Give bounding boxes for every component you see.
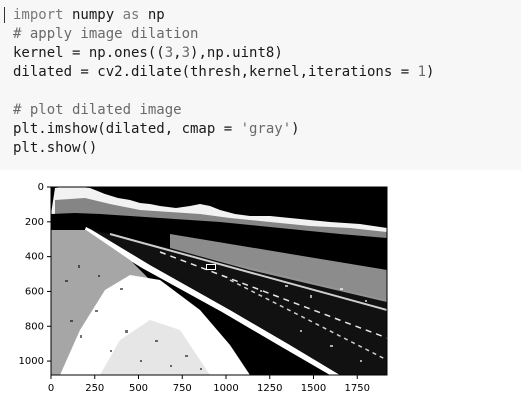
- x-tick-label: 0: [48, 383, 54, 394]
- code-cell[interactable]: import numpy as np # apply image dilation…: [0, 0, 521, 170]
- code-token: numpy: [63, 7, 123, 23]
- y-tick-label: 800: [25, 321, 44, 332]
- y-tick-label: 600: [25, 286, 44, 297]
- code-token: ): [426, 64, 435, 80]
- x-tick-label: 1250: [257, 383, 282, 394]
- x-tick-label: 750: [173, 383, 192, 394]
- code-line[interactable]: plt.show(): [13, 139, 434, 158]
- code-line[interactable]: plt.imshow(dilated, cmap = 'gray'): [13, 120, 434, 139]
- code-token: 3: [181, 45, 191, 61]
- code-token: 1: [417, 64, 427, 80]
- x-axis-ticks: 0 250 500 750 1000 1250 1500 1750: [48, 375, 370, 394]
- output-area: 0 250 500 750 1000 1250 1500 1750 0 200 400 600 800…: [0, 170, 521, 404]
- x-tick-label: 250: [85, 383, 104, 394]
- code-token: ),np.uint8): [190, 45, 283, 61]
- code-token: ,: [173, 45, 182, 61]
- code-token: ): [291, 121, 300, 137]
- code-line[interactable]: [13, 82, 434, 101]
- code-token: as: [122, 7, 140, 23]
- code-editor[interactable]: import numpy as np # apply image dilation…: [13, 6, 434, 158]
- cell-cursor: [4, 7, 5, 23]
- y-tick-label: 0: [38, 182, 44, 193]
- code-line[interactable]: # plot dilated image: [13, 101, 434, 120]
- code-token: plt.imshow(dilated, cmap =: [13, 121, 241, 137]
- code-token: kernel = np.ones((: [13, 45, 165, 61]
- code-token: np: [139, 7, 165, 23]
- code-line[interactable]: kernel = np.ones((3,3),np.uint8): [13, 44, 434, 63]
- x-tick-label: 1500: [301, 383, 326, 394]
- y-tick-label: 200: [25, 217, 44, 228]
- code-token: 3: [164, 45, 174, 61]
- code-line[interactable]: dilated = cv2.dilate(thresh,kernel,itera…: [13, 63, 434, 82]
- code-line[interactable]: import numpy as np: [13, 6, 434, 25]
- code-token: import: [13, 7, 64, 23]
- y-axis-ticks: 0 200 400 600 800 1000: [19, 182, 51, 367]
- dilated-road-image: [51, 187, 387, 375]
- code-token: # apply image dilation: [13, 26, 199, 42]
- code-token: plt.show(): [13, 140, 98, 156]
- code-line[interactable]: # apply image dilation: [13, 25, 434, 44]
- y-tick-label: 400: [25, 252, 44, 263]
- code-token: dilated = cv2.dilate(thresh,kernel,itera…: [13, 64, 418, 80]
- plot-figure: 0 250 500 750 1000 1250 1500 1750 0 200 400 600 800…: [19, 182, 388, 394]
- y-tick-label: 1000: [19, 356, 44, 367]
- code-token: # plot dilated image: [13, 102, 182, 118]
- x-tick-label: 1000: [213, 383, 238, 394]
- x-tick-label: 500: [129, 383, 148, 394]
- x-tick-label: 1750: [345, 383, 370, 394]
- code-token: 'gray': [240, 121, 292, 137]
